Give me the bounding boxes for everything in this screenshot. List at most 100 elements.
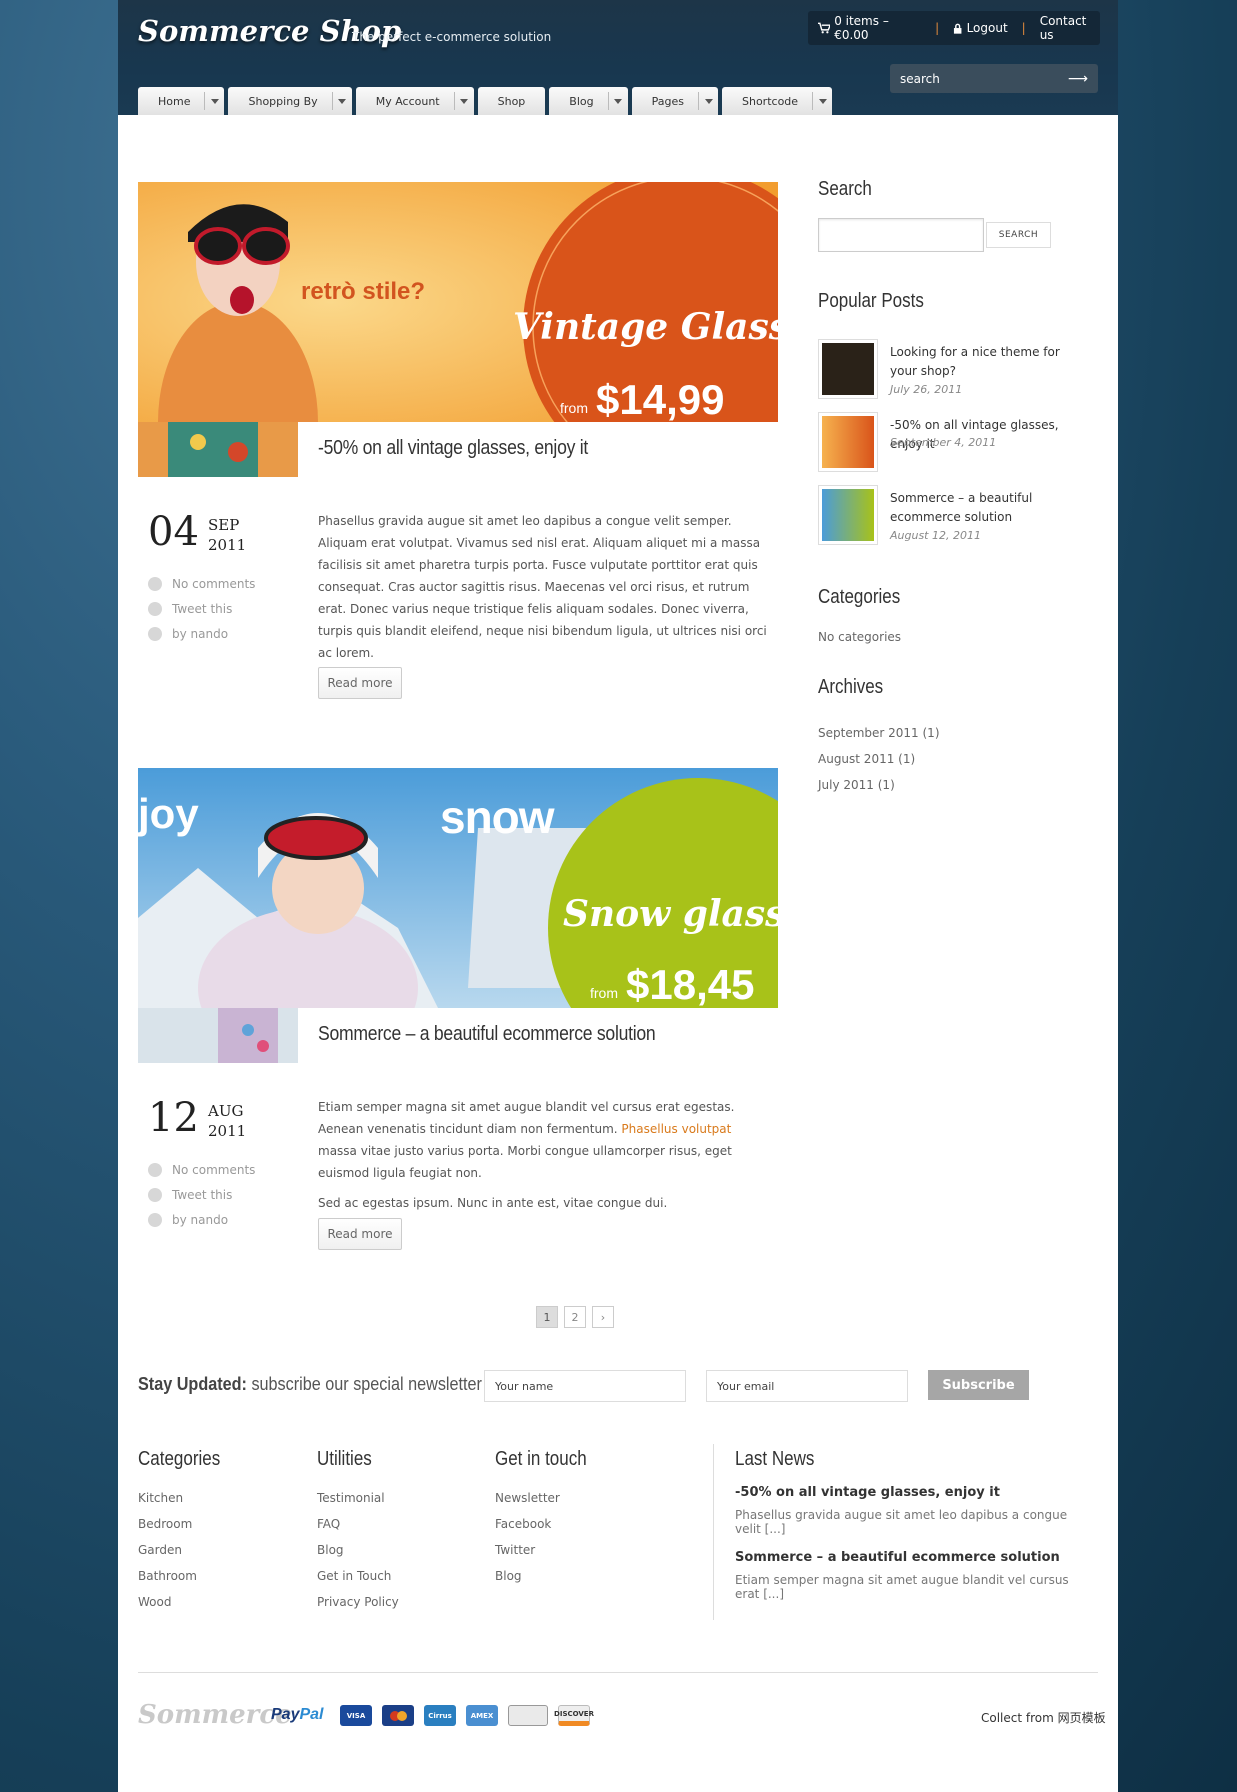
popular-post-thumb[interactable] bbox=[818, 339, 878, 399]
chevron-down-icon[interactable] bbox=[607, 92, 628, 110]
paypal-logo: PayPal bbox=[271, 1706, 324, 1723]
page-container: Sommerce Shop The perfect e-commerce sol… bbox=[118, 0, 1118, 1792]
discover-icon: DISCOVER bbox=[554, 1705, 594, 1726]
header: Sommerce Shop The perfect e-commerce sol… bbox=[118, 0, 1118, 115]
contact-link[interactable]: Contact us bbox=[1040, 14, 1100, 42]
banner-price: $18,45 bbox=[626, 961, 755, 1008]
nav-my-account[interactable]: My Account bbox=[355, 87, 474, 115]
cart-summary[interactable]: 0 items – €0.00 bbox=[834, 14, 921, 42]
popular-post-thumb[interactable] bbox=[818, 412, 878, 472]
page-2-button[interactable]: 2 bbox=[564, 1306, 586, 1328]
blog-post: retrò stile? Vintage Glasses from $14,99… bbox=[138, 182, 778, 702]
banner-tagline: joy bbox=[138, 790, 199, 837]
post-banner-image[interactable]: joy snow Snow glasses from $18,45 bbox=[138, 768, 778, 1008]
read-more-button[interactable]: Read more bbox=[318, 1218, 402, 1250]
chevron-down-icon[interactable] bbox=[331, 92, 352, 110]
chevron-down-icon[interactable] bbox=[812, 92, 832, 110]
inline-link[interactable]: Phasellus volutpat bbox=[621, 1122, 731, 1136]
footer-link[interactable]: Blog bbox=[317, 1537, 399, 1563]
footer-link[interactable]: Bedroom bbox=[138, 1511, 235, 1537]
page-1-button[interactable]: 1 bbox=[536, 1306, 558, 1328]
arrow-right-icon[interactable]: ⟶ bbox=[1068, 71, 1088, 87]
footer-link[interactable]: Get in Touch bbox=[317, 1563, 399, 1589]
footer-get-in-touch: Get in touch Newsletter Facebook Twitter… bbox=[495, 1448, 603, 1589]
footer-link[interactable]: Kitchen bbox=[138, 1485, 235, 1511]
nav-home[interactable]: Home bbox=[138, 87, 225, 115]
footer-link[interactable]: Facebook bbox=[495, 1511, 603, 1537]
footer-link[interactable]: Twitter bbox=[495, 1537, 603, 1563]
comments-link[interactable]: No comments bbox=[172, 1163, 255, 1177]
newsletter-heading: Stay Updated: subscribe our special news… bbox=[138, 1374, 482, 1394]
chevron-down-icon[interactable] bbox=[204, 92, 224, 110]
header-search-input[interactable] bbox=[900, 71, 1060, 86]
footer-link[interactable]: Wood bbox=[138, 1589, 235, 1615]
post-date-month-year: AUG 2011 bbox=[208, 1102, 247, 1140]
footer-link[interactable]: Garden bbox=[138, 1537, 235, 1563]
nav-blog[interactable]: Blog bbox=[549, 87, 628, 115]
blog-post: joy snow Snow glasses from $18,45 Sommer… bbox=[138, 768, 778, 1268]
post-banner-image[interactable]: retrò stile? Vintage Glasses from $14,99 bbox=[138, 182, 778, 422]
main-nav: Home Shopping By My Account Shop Blog Pa… bbox=[138, 87, 833, 115]
news-excerpt: Etiam semper magna sit amet augue blandi… bbox=[735, 1573, 1069, 1601]
nav-shop[interactable]: Shop bbox=[477, 87, 546, 115]
twitter-icon bbox=[148, 601, 162, 616]
nav-pages[interactable]: Pages bbox=[631, 87, 718, 115]
comments-link[interactable]: No comments bbox=[172, 577, 255, 591]
footer-categories: Categories Kitchen Bedroom Garden Bathro… bbox=[138, 1448, 235, 1615]
tweet-link[interactable]: Tweet this bbox=[172, 602, 232, 616]
sidebar: Search SEARCH Popular Posts Looking for … bbox=[818, 178, 1098, 792]
post-thumbnail-tail bbox=[138, 1008, 298, 1063]
collect-from-text[interactable]: Collect from 网页模板 bbox=[981, 1709, 1106, 1726]
footer-link[interactable]: FAQ bbox=[317, 1511, 399, 1537]
nav-shortcode[interactable]: Shortcode bbox=[722, 87, 833, 115]
cart-icon bbox=[818, 22, 831, 34]
news-title[interactable]: Sommerce – a beautiful ecommerce solutio… bbox=[735, 1550, 1095, 1565]
post-title[interactable]: -50% on all vintage glasses, enjoy it bbox=[318, 437, 588, 460]
author-link[interactable]: by nando bbox=[172, 1213, 228, 1227]
tweet-link[interactable]: Tweet this bbox=[172, 1188, 232, 1202]
sidebar-search-input[interactable] bbox=[818, 218, 984, 252]
amex-icon: AMEX bbox=[466, 1705, 498, 1726]
sidebar-search-title: Search bbox=[818, 178, 872, 200]
card-generic-icon bbox=[508, 1705, 548, 1726]
post-excerpt: Etiam semper magna sit amet augue blandi… bbox=[318, 1100, 735, 1210]
chevron-down-icon[interactable] bbox=[698, 92, 718, 110]
footer-link[interactable]: Privacy Policy bbox=[317, 1589, 399, 1615]
mastercard-icon bbox=[382, 1705, 414, 1726]
footer-link[interactable]: Bathroom bbox=[138, 1563, 235, 1589]
post-date-day: 12 bbox=[148, 1095, 199, 1141]
banner-from: from bbox=[590, 985, 618, 1001]
topbar: 0 items – €0.00 | Logout | Contact us bbox=[808, 11, 1100, 45]
twitter-icon bbox=[148, 1187, 162, 1202]
nav-shopping-by[interactable]: Shopping By bbox=[228, 87, 352, 115]
header-search: ⟶ bbox=[890, 64, 1098, 93]
logout-link[interactable]: Logout bbox=[967, 21, 1008, 35]
popular-post-thumb[interactable] bbox=[818, 485, 878, 545]
footer-link[interactable]: Testimonial bbox=[317, 1485, 399, 1511]
archive-link[interactable]: September 2011 (1) bbox=[818, 720, 940, 746]
categories-empty: No categories bbox=[818, 630, 902, 644]
news-title[interactable]: -50% on all vintage glasses, enjoy it bbox=[735, 1485, 1095, 1500]
newsletter-email-input[interactable]: Your email bbox=[706, 1370, 908, 1402]
footer-link[interactable]: Newsletter bbox=[495, 1485, 603, 1511]
archive-link[interactable]: July 2011 (1) bbox=[818, 772, 940, 798]
news-excerpt: Phasellus gravida augue sit amet leo dap… bbox=[735, 1508, 1068, 1536]
archive-link[interactable]: August 2011 (1) bbox=[818, 746, 940, 772]
read-more-button[interactable]: Read more bbox=[318, 667, 402, 699]
chevron-down-icon[interactable] bbox=[453, 92, 474, 110]
banner-product: Vintage Glasses bbox=[513, 306, 778, 348]
footer-link[interactable]: Blog bbox=[495, 1563, 603, 1589]
next-page-button[interactable]: › bbox=[592, 1306, 614, 1328]
footer-divider bbox=[713, 1444, 714, 1620]
newsletter-name-input[interactable]: Your name bbox=[484, 1370, 686, 1402]
subscribe-button[interactable]: Subscribe bbox=[928, 1370, 1029, 1400]
user-icon bbox=[148, 626, 162, 641]
author-link[interactable]: by nando bbox=[172, 627, 228, 641]
sidebar-search-button[interactable]: SEARCH bbox=[986, 222, 1051, 248]
post-thumbnail-tail bbox=[138, 422, 298, 477]
post-date-month-year: SEP 2011 bbox=[208, 516, 247, 554]
post-title[interactable]: Sommerce – a beautiful ecommerce solutio… bbox=[318, 1023, 656, 1046]
banner-word: snow bbox=[440, 791, 555, 843]
footer-rule bbox=[138, 1672, 1098, 1673]
post-meta: No comments Tweet this by nando bbox=[148, 571, 255, 646]
